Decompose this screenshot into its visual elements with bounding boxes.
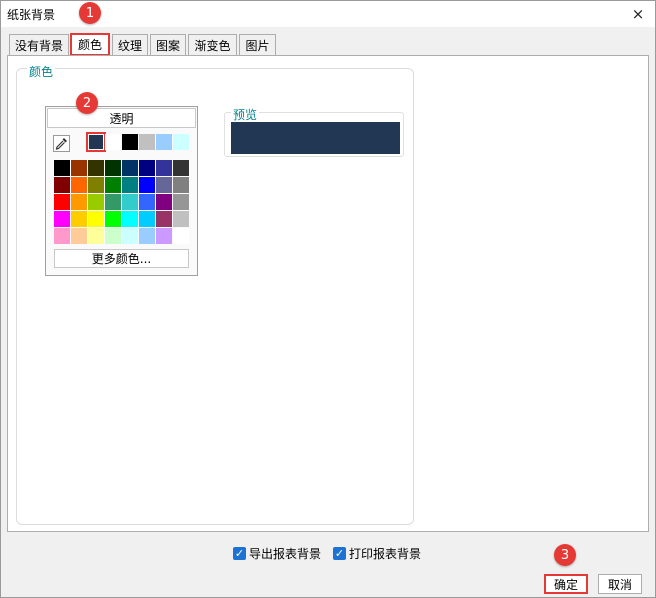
close-button[interactable]: × [621,1,655,27]
recent-color-swatch[interactable] [173,134,189,150]
color-swatch[interactable] [88,160,104,176]
color-grid [54,160,189,244]
eyedropper-button[interactable] [53,135,70,152]
recent-color-swatch[interactable] [122,134,138,150]
recent-color-swatch[interactable] [139,134,155,150]
color-swatch[interactable] [54,177,70,193]
color-swatch[interactable] [71,160,87,176]
tab-pattern[interactable]: 图案 [150,34,186,56]
color-swatch[interactable] [105,211,121,227]
color-swatch[interactable] [71,177,87,193]
ok-button[interactable]: 确定 [544,574,588,594]
color-swatch[interactable] [173,194,189,210]
tab-gradient[interactable]: 渐变色 [188,34,237,56]
color-swatch[interactable] [71,211,87,227]
export-background-label: 导出报表背景 [249,547,322,561]
callout-badge-3: 3 [554,544,576,566]
color-swatch[interactable] [54,211,70,227]
export-background-checkbox[interactable]: ✓ 导出报表背景 [233,545,321,562]
color-swatch[interactable] [88,194,104,210]
preview-swatch [231,122,400,154]
print-background-checkbox[interactable]: ✓ 打印报表背景 [333,545,421,562]
color-swatch[interactable] [122,194,138,210]
preview-group: 预览 [224,106,404,157]
color-swatch[interactable] [139,194,155,210]
color-swatch[interactable] [139,177,155,193]
callout-badge-1: 1 [79,2,101,24]
color-picker: 透明 更多颜色... [45,106,198,276]
recent-color-swatch[interactable] [156,134,172,150]
color-swatch[interactable] [71,228,87,244]
color-swatch[interactable] [105,228,121,244]
tab-no-background[interactable]: 没有背景 [9,34,69,56]
recent-color-swatch[interactable] [105,134,121,150]
color-group-label: 颜色 [27,63,56,80]
color-swatch[interactable] [54,194,70,210]
color-swatch[interactable] [54,228,70,244]
close-icon: × [631,5,645,23]
tab-texture[interactable]: 纹理 [112,34,148,56]
color-swatch[interactable] [139,228,155,244]
recent-colors [86,132,189,152]
color-swatch[interactable] [173,228,189,244]
dialog-title: 纸张背景 [7,8,56,22]
color-group: 颜色 透明 更多颜色... 预览 [16,63,414,525]
transparent-button[interactable]: 透明 [47,108,196,128]
color-swatch[interactable] [122,177,138,193]
tab-color[interactable]: 颜色 [70,33,110,56]
cancel-button[interactable]: 取消 [598,574,642,594]
color-swatch[interactable] [88,177,104,193]
eyedropper-icon [55,138,67,150]
color-swatch[interactable] [122,211,138,227]
color-swatch[interactable] [105,177,121,193]
color-swatch[interactable] [156,194,172,210]
color-swatch[interactable] [122,160,138,176]
color-swatch[interactable] [88,211,104,227]
color-swatch[interactable] [71,194,87,210]
color-swatch[interactable] [156,160,172,176]
color-swatch[interactable] [122,228,138,244]
print-background-label: 打印报表背景 [349,547,422,561]
paper-background-dialog: 纸张背景 × 没有背景 颜色 纹理 图案 渐变色 图片 颜色 透明 更多颜色..… [0,0,656,598]
color-tab-panel: 颜色 透明 更多颜色... 预览 [7,55,649,532]
color-swatch[interactable] [173,211,189,227]
options-row: ✓ 导出报表背景 ✓ 打印报表背景 [233,545,421,562]
callout-badge-2: 2 [76,92,98,114]
checkbox-checked-icon: ✓ [233,547,246,560]
color-swatch[interactable] [105,194,121,210]
current-color-swatch[interactable] [86,132,106,152]
tab-image[interactable]: 图片 [239,34,276,56]
color-swatch[interactable] [105,160,121,176]
preview-label: 预览 [231,106,260,123]
color-swatch[interactable] [173,177,189,193]
color-swatch[interactable] [156,228,172,244]
color-swatch[interactable] [139,211,155,227]
checkbox-checked-icon: ✓ [333,547,347,560]
color-swatch[interactable] [54,160,70,176]
color-swatch[interactable] [139,160,155,176]
color-swatch[interactable] [173,160,189,176]
color-swatch[interactable] [88,228,104,244]
color-swatch[interactable] [156,211,172,227]
more-colors-button[interactable]: 更多颜色... [54,249,189,268]
color-swatch[interactable] [156,177,172,193]
